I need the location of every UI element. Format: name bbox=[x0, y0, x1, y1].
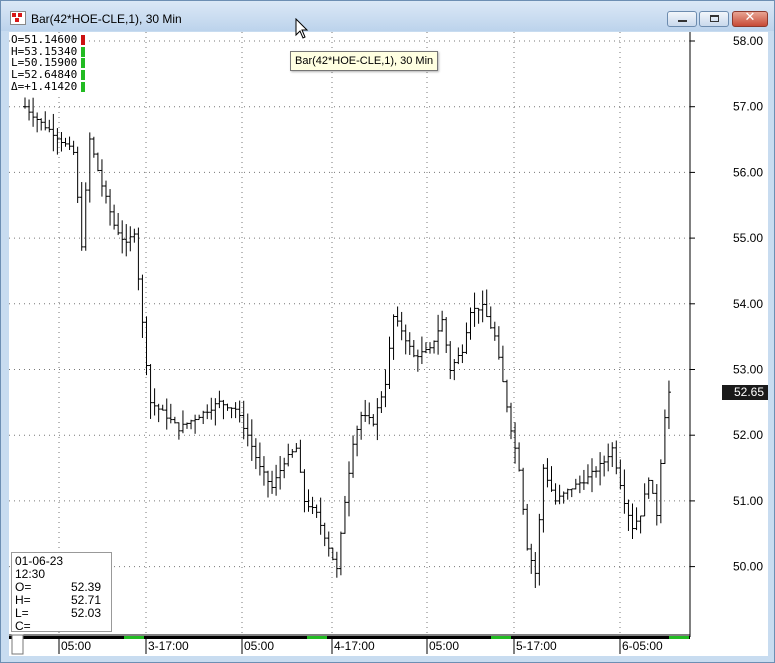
price-tick-label: 55.00 bbox=[733, 231, 763, 245]
price-tick-label: 58.00 bbox=[733, 34, 763, 48]
price-chart[interactable]: 58.00 57.00 56.00 55.00 54.00 53.00 52.00 51.00… bbox=[9, 32, 768, 656]
chart-app-icon bbox=[10, 11, 26, 25]
info-close-row: C= bbox=[15, 620, 108, 633]
time-tick-label: 05:00 bbox=[429, 639, 459, 653]
price-tick-label: 54.00 bbox=[733, 297, 763, 311]
close-button[interactable]: ✕ bbox=[732, 10, 768, 27]
info-low-value: 52.03 bbox=[71, 606, 102, 620]
scroll-thumb[interactable] bbox=[11, 634, 24, 655]
ohlc-change-row: Δ=+1.41420 bbox=[11, 79, 86, 93]
info-high-label: H= bbox=[15, 593, 31, 607]
session-marker bbox=[307, 636, 327, 639]
time-tick-label: 05:00 bbox=[244, 639, 274, 653]
chart-area[interactable]: 58.00 57.00 56.00 55.00 54.00 53.00 52.00 51.00… bbox=[9, 32, 768, 656]
session-marker bbox=[491, 636, 511, 639]
ohlc-flag bbox=[81, 35, 86, 45]
price-tick-label: 53.00 bbox=[733, 363, 763, 377]
chart-tooltip: Bar(42*HOE-CLE,1), 30 Min bbox=[290, 51, 439, 71]
ohlc-flag bbox=[81, 58, 86, 69]
time-tick-label: 05:00 bbox=[61, 639, 91, 653]
ohlc-flag bbox=[81, 70, 86, 81]
ohlc-flag bbox=[81, 81, 86, 92]
info-open-label: O= bbox=[15, 580, 32, 594]
ohlc-header: O=51.14600 H=53.15340 L=50.15900 L=52.64… bbox=[11, 34, 86, 93]
minimize-icon bbox=[678, 20, 687, 22]
price-tick-label: 57.00 bbox=[733, 100, 763, 114]
maximize-icon bbox=[710, 15, 719, 22]
ohlc-change-text: Δ=+1.41420 bbox=[11, 79, 78, 93]
minimize-button[interactable] bbox=[667, 11, 697, 27]
session-marker bbox=[669, 636, 689, 639]
ohlc-flag bbox=[81, 46, 86, 57]
price-tick-label: 50.00 bbox=[733, 560, 763, 574]
bar-info-box: 01-06-23 12:30 O= 52.39 H= 52.71 L= 52.03 C… bbox=[11, 552, 112, 633]
price-tick-label: 56.00 bbox=[733, 165, 763, 179]
close-icon: ✕ bbox=[744, 10, 756, 25]
info-close-label: C= bbox=[15, 619, 31, 633]
time-tick-label: 4-17:00 bbox=[334, 639, 375, 653]
title-bar[interactable]: Bar(42*HOE-CLE,1), 30 Min ✕ bbox=[1, 1, 774, 31]
mouse-cursor-icon bbox=[295, 18, 309, 39]
maximize-button[interactable] bbox=[699, 11, 729, 27]
price-tick-label: 52.00 bbox=[733, 428, 763, 442]
last-price-marker: 52.65 bbox=[722, 385, 768, 400]
session-marker bbox=[124, 636, 144, 639]
chart-window: Bar(42*HOE-CLE,1), 30 Min ✕ 58.00 57.00 56… bbox=[0, 0, 775, 663]
price-tick-label: 51.00 bbox=[733, 494, 763, 508]
window-title: Bar(42*HOE-CLE,1), 30 Min bbox=[31, 12, 182, 26]
info-low-label: L= bbox=[15, 606, 29, 620]
time-tick-label: 5-17:00 bbox=[516, 639, 557, 653]
time-tick-label: 3-17:00 bbox=[148, 639, 189, 653]
time-tick-label: 6-05:00 bbox=[622, 639, 663, 653]
